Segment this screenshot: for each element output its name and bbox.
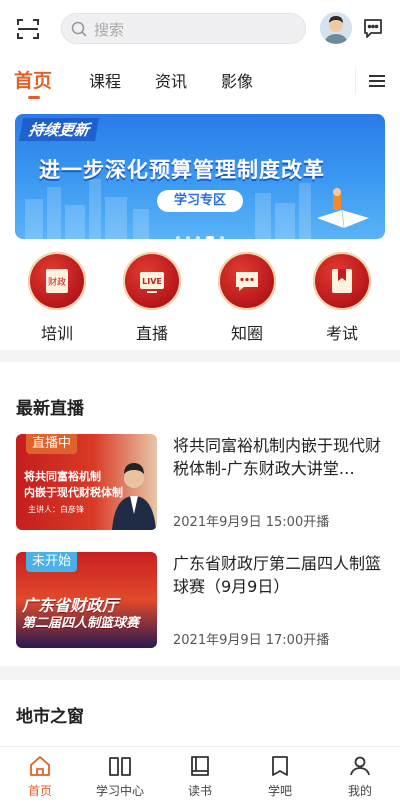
- nav-study-bar[interactable]: 学吧: [240, 747, 320, 802]
- nav-label: 读书: [187, 784, 212, 798]
- live-thumbnail: 广东省财政厅 第二届四人制篮球赛 未开始: [16, 552, 157, 648]
- nav-label: 学吧: [267, 784, 292, 798]
- pagination-dot[interactable]: [220, 235, 224, 240]
- avatar[interactable]: [320, 12, 352, 44]
- speaker-portrait: [112, 463, 156, 530]
- exam-bookmark-icon: [313, 252, 371, 310]
- not-started-badge: 未开始: [26, 552, 78, 572]
- finance-book-icon: 财政: [28, 252, 86, 310]
- pagination-dot[interactable]: [196, 235, 200, 240]
- quick-link-label: 知圈: [230, 324, 263, 343]
- thumbnail-text: 内嵌于现代财税体制: [24, 486, 123, 499]
- book-icon: [191, 756, 209, 776]
- home-top-section: 持续更新 进一步深化预算管理制度改革 学习专区 财政 培训 LIVE 直播 知圈: [0, 104, 400, 350]
- latest-live-section: 最新直播 将共同富裕机制 内嵌于现代财税体制 主讲人：白彦锋 直播中 将共同富裕…: [0, 362, 400, 666]
- thumbnail-text: 第二届四人制篮球赛: [22, 616, 140, 631]
- nav-learning-center[interactable]: 学习中心: [80, 747, 160, 802]
- svg-text:财政: 财政: [48, 276, 66, 288]
- live-tv-icon: LIVE: [123, 252, 181, 310]
- pagination-dot[interactable]: [176, 235, 180, 240]
- pagination-dot[interactable]: [186, 235, 190, 240]
- tab-courses[interactable]: 课程: [89, 68, 121, 92]
- open-book-icon: [109, 757, 131, 776]
- top-bar: 搜索: [0, 0, 400, 58]
- live-item[interactable]: 广东省财政厅 第二届四人制篮球赛 未开始 广东省财政厅第二届四人制篮球赛（9月9…: [16, 552, 386, 648]
- live-now-badge: 直播中: [26, 434, 78, 454]
- quick-link-training[interactable]: 财政 培训: [17, 252, 97, 343]
- tab-home[interactable]: 首页: [14, 66, 52, 93]
- banner-headline: 进一步深化预算管理制度改革: [39, 158, 325, 182]
- search-icon: [71, 21, 87, 37]
- section-title: 地市之窗: [16, 707, 84, 727]
- live-item-time: 2021年9月9日 15:00开播: [173, 515, 330, 530]
- tab-news[interactable]: 资讯: [155, 68, 187, 92]
- quick-link-exam[interactable]: 考试: [302, 252, 382, 343]
- menu-icon[interactable]: [369, 74, 385, 88]
- quick-link-label: 培训: [40, 324, 73, 343]
- nav-label: 首页: [27, 784, 52, 798]
- nav-reading[interactable]: 读书: [160, 747, 240, 802]
- user-icon: [350, 756, 370, 776]
- study-zone-button[interactable]: 学习专区: [157, 190, 243, 212]
- active-tab-indicator: [28, 96, 40, 99]
- thumbnail-text: 将共同富裕机制: [24, 470, 101, 483]
- bottom-nav: 首页 学习中心 读书 学吧 我的: [0, 746, 400, 802]
- live-item[interactable]: 将共同富裕机制 内嵌于现代财税体制 主讲人：白彦锋 直播中 将共同富裕机制内嵌于…: [16, 434, 386, 530]
- banner-tag: 持续更新: [18, 118, 100, 141]
- nav-label: 学习中心: [95, 784, 144, 798]
- live-item-title: 将共同富裕机制内嵌于现代财税体制-广东财政大讲堂…: [173, 436, 382, 478]
- bookmark-note-icon: [272, 756, 288, 776]
- scan-icon[interactable]: [16, 17, 40, 41]
- quick-link-label: 直播: [135, 324, 168, 343]
- avatar-image: [320, 12, 352, 44]
- chat-bubble-icon: [218, 252, 276, 310]
- channel-tabs: 首页 课程 资讯 影像: [0, 58, 400, 104]
- quick-link-live[interactable]: LIVE 直播: [112, 252, 192, 343]
- pagination-dot-active[interactable]: [206, 235, 214, 240]
- thumbnail-text: 主讲人：白彦锋: [28, 505, 84, 514]
- message-icon[interactable]: [362, 17, 384, 39]
- search-placeholder: 搜索: [94, 21, 125, 39]
- promo-banner[interactable]: 持续更新 进一步深化预算管理制度改革 学习专区: [15, 114, 385, 239]
- nav-label: 我的: [347, 784, 372, 798]
- city-window-section: 地市之窗: [0, 680, 400, 750]
- section-title: 最新直播: [16, 399, 84, 419]
- svg-text:LIVE: LIVE: [142, 277, 162, 286]
- live-item-time: 2021年9月9日 17:00开播: [173, 633, 330, 648]
- open-book-illustration: [317, 188, 369, 229]
- tab-video[interactable]: 影像: [221, 68, 253, 92]
- nav-home[interactable]: 首页: [0, 747, 80, 802]
- banner-pagination: [0, 227, 400, 240]
- home-icon: [30, 756, 50, 776]
- search-input[interactable]: 搜索: [61, 13, 306, 44]
- nav-mine[interactable]: 我的: [320, 747, 400, 802]
- live-item-title: 广东省财政厅第二届四人制篮球赛（9月9日）: [173, 554, 382, 596]
- tab-divider: [355, 68, 356, 94]
- quick-link-label: 考试: [325, 324, 358, 343]
- quick-link-circle[interactable]: 知圈: [207, 252, 287, 343]
- live-thumbnail: 将共同富裕机制 内嵌于现代财税体制 主讲人：白彦锋 直播中: [16, 434, 157, 530]
